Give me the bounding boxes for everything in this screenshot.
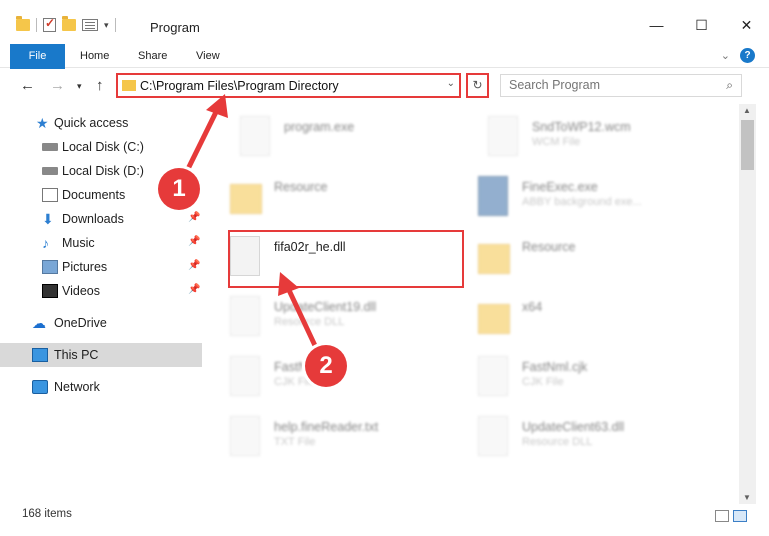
arrow-1 (182, 106, 221, 177)
callout-2: 2 (305, 345, 347, 387)
callout-1: 1 (158, 168, 200, 210)
arrow-2 (285, 286, 321, 354)
annotation-arrows (182, 94, 321, 354)
